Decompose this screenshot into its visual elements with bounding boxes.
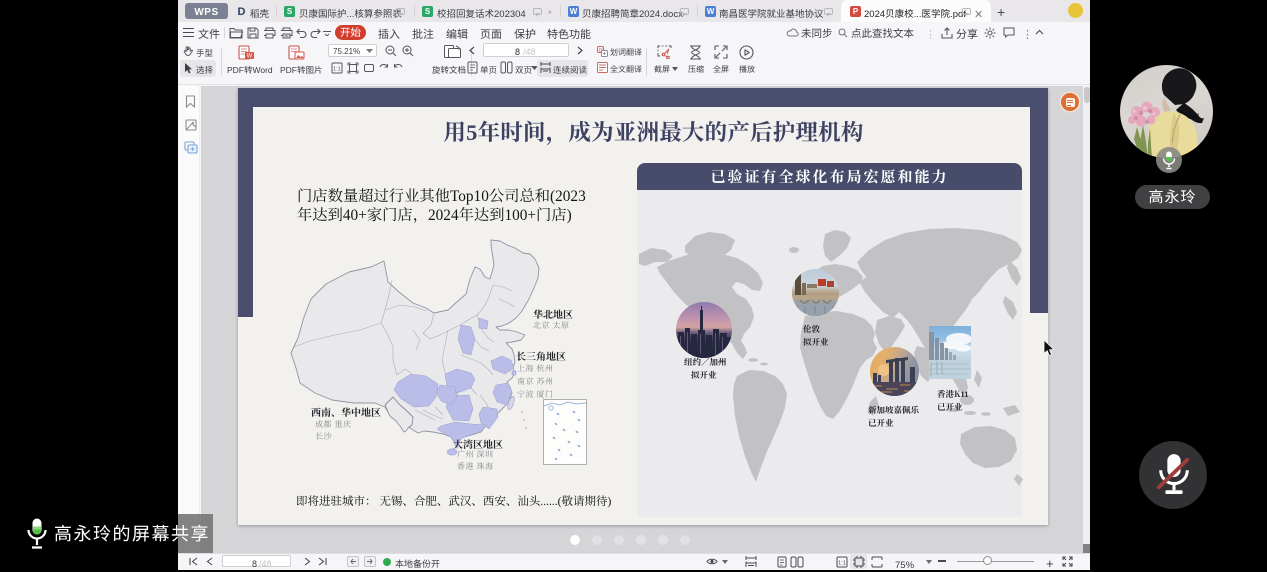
svg-text:1:1: 1:1 bbox=[838, 561, 846, 567]
svg-text:1:1: 1:1 bbox=[333, 67, 341, 73]
svg-text:W: W bbox=[247, 54, 253, 60]
